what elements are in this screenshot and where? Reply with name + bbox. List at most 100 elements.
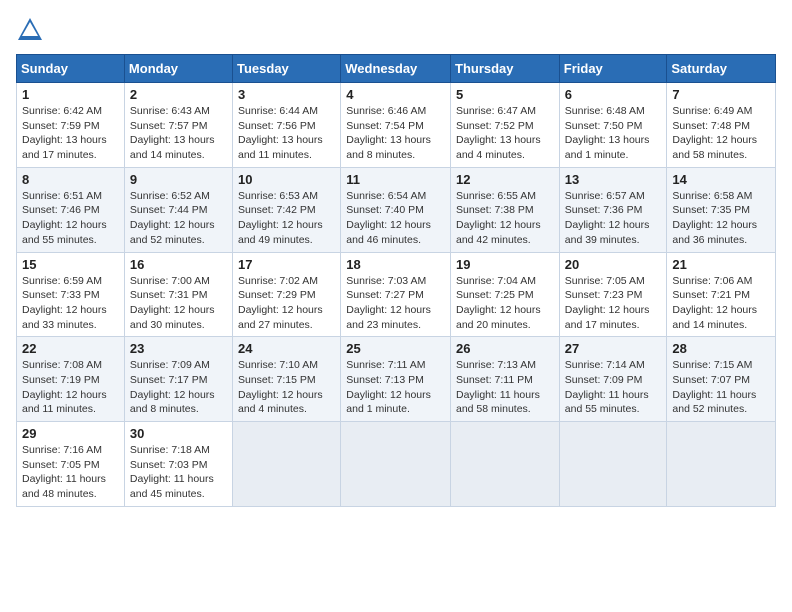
calendar-cell: 8Sunrise: 6:51 AM Sunset: 7:46 PM Daylig… bbox=[17, 167, 125, 252]
weekday-header: Thursday bbox=[451, 55, 560, 83]
day-info: Sunrise: 7:00 AM Sunset: 7:31 PM Dayligh… bbox=[130, 274, 227, 333]
calendar-cell: 18 Sunrise: 7:03 AM Sunset: 7:27 PM Dayli… bbox=[341, 252, 451, 337]
day-info: Sunrise: 7:11 AM Sunset: 7:13 PM Dayligh… bbox=[346, 358, 445, 417]
weekday-header: Tuesday bbox=[233, 55, 341, 83]
day-number: 4 bbox=[346, 87, 445, 102]
calendar-week-row: 15 Sunrise: 6:59 AM Sunset: 7:33 PM Dayli… bbox=[17, 252, 776, 337]
calendar-cell: 22 Sunrise: 7:08 AM Sunset: 7:19 PM Dayli… bbox=[17, 337, 125, 422]
calendar-cell bbox=[233, 422, 341, 507]
weekday-header: Saturday bbox=[667, 55, 776, 83]
day-info: Sunrise: 6:55 AM Sunset: 7:38 PM Dayligh… bbox=[456, 189, 554, 248]
day-number: 12 bbox=[456, 172, 554, 187]
logo-icon bbox=[16, 16, 44, 44]
day-number: 15 bbox=[22, 257, 119, 272]
day-info: Sunrise: 6:54 AM Sunset: 7:40 PM Dayligh… bbox=[346, 189, 445, 248]
day-number: 1 bbox=[22, 87, 119, 102]
day-info: Sunrise: 6:57 AM Sunset: 7:36 PM Dayligh… bbox=[565, 189, 662, 248]
day-number: 3 bbox=[238, 87, 335, 102]
day-number: 7 bbox=[672, 87, 770, 102]
weekday-header: Wednesday bbox=[341, 55, 451, 83]
day-info: Sunrise: 7:14 AM Sunset: 7:09 PM Dayligh… bbox=[565, 358, 662, 417]
calendar-cell: 6 Sunrise: 6:48 AM Sunset: 7:50 PM Daylig… bbox=[559, 83, 667, 168]
calendar-cell: 24Sunrise: 7:10 AM Sunset: 7:15 PM Dayli… bbox=[233, 337, 341, 422]
day-info: Sunrise: 6:58 AM Sunset: 7:35 PM Dayligh… bbox=[672, 189, 770, 248]
weekday-header: Sunday bbox=[17, 55, 125, 83]
day-info: Sunrise: 7:15 AM Sunset: 7:07 PM Dayligh… bbox=[672, 358, 770, 417]
calendar-body: 1 Sunrise: 6:42 AM Sunset: 7:59 PM Daylig… bbox=[17, 83, 776, 507]
day-number: 22 bbox=[22, 341, 119, 356]
day-info: Sunrise: 6:51 AM Sunset: 7:46 PM Dayligh… bbox=[22, 189, 119, 248]
day-info: Sunrise: 6:59 AM Sunset: 7:33 PM Dayligh… bbox=[22, 274, 119, 333]
day-info: Sunrise: 7:16 AM Sunset: 7:05 PM Dayligh… bbox=[22, 443, 119, 502]
calendar-cell: 2Sunrise: 6:43 AM Sunset: 7:57 PM Daylig… bbox=[124, 83, 232, 168]
calendar-week-row: 29 Sunrise: 7:16 AM Sunset: 7:05 PM Dayli… bbox=[17, 422, 776, 507]
calendar-cell: 30 Sunrise: 7:18 AM Sunset: 7:03 PM Dayli… bbox=[124, 422, 232, 507]
day-number: 28 bbox=[672, 341, 770, 356]
day-number: 13 bbox=[565, 172, 662, 187]
day-number: 17 bbox=[238, 257, 335, 272]
calendar-cell: 21 Sunrise: 7:06 AM Sunset: 7:21 PM Dayli… bbox=[667, 252, 776, 337]
day-info: Sunrise: 7:09 AM Sunset: 7:17 PM Dayligh… bbox=[130, 358, 227, 417]
calendar-cell: 25 Sunrise: 7:11 AM Sunset: 7:13 PM Dayli… bbox=[341, 337, 451, 422]
day-info: Sunrise: 7:06 AM Sunset: 7:21 PM Dayligh… bbox=[672, 274, 770, 333]
weekday-row: SundayMondayTuesdayWednesdayThursdayFrid… bbox=[17, 55, 776, 83]
weekday-header: Friday bbox=[559, 55, 667, 83]
calendar-cell: 26 Sunrise: 7:13 AM Sunset: 7:11 PM Dayli… bbox=[451, 337, 560, 422]
day-info: Sunrise: 7:13 AM Sunset: 7:11 PM Dayligh… bbox=[456, 358, 554, 417]
calendar-cell: 7Sunrise: 6:49 AM Sunset: 7:48 PM Daylig… bbox=[667, 83, 776, 168]
day-number: 5 bbox=[456, 87, 554, 102]
calendar-cell: 19Sunrise: 7:04 AM Sunset: 7:25 PM Dayli… bbox=[451, 252, 560, 337]
day-number: 25 bbox=[346, 341, 445, 356]
day-info: Sunrise: 7:05 AM Sunset: 7:23 PM Dayligh… bbox=[565, 274, 662, 333]
calendar-week-row: 8Sunrise: 6:51 AM Sunset: 7:46 PM Daylig… bbox=[17, 167, 776, 252]
day-info: Sunrise: 7:03 AM Sunset: 7:27 PM Dayligh… bbox=[346, 274, 445, 333]
calendar-cell: 17 Sunrise: 7:02 AM Sunset: 7:29 PM Dayli… bbox=[233, 252, 341, 337]
calendar-cell bbox=[667, 422, 776, 507]
day-info: Sunrise: 6:43 AM Sunset: 7:57 PM Dayligh… bbox=[130, 104, 227, 163]
day-number: 26 bbox=[456, 341, 554, 356]
day-number: 6 bbox=[565, 87, 662, 102]
calendar-cell: 15 Sunrise: 6:59 AM Sunset: 7:33 PM Dayli… bbox=[17, 252, 125, 337]
day-number: 21 bbox=[672, 257, 770, 272]
day-info: Sunrise: 7:04 AM Sunset: 7:25 PM Dayligh… bbox=[456, 274, 554, 333]
day-info: Sunrise: 6:48 AM Sunset: 7:50 PM Dayligh… bbox=[565, 104, 662, 163]
day-info: Sunrise: 6:47 AM Sunset: 7:52 PM Dayligh… bbox=[456, 104, 554, 163]
day-number: 23 bbox=[130, 341, 227, 356]
day-number: 9 bbox=[130, 172, 227, 187]
day-number: 10 bbox=[238, 172, 335, 187]
calendar-cell: 28 Sunrise: 7:15 AM Sunset: 7:07 PM Dayli… bbox=[667, 337, 776, 422]
calendar-cell: 20 Sunrise: 7:05 AM Sunset: 7:23 PM Dayli… bbox=[559, 252, 667, 337]
calendar-cell: 9Sunrise: 6:52 AM Sunset: 7:44 PM Daylig… bbox=[124, 167, 232, 252]
calendar-cell: 11 Sunrise: 6:54 AM Sunset: 7:40 PM Dayli… bbox=[341, 167, 451, 252]
day-info: Sunrise: 6:42 AM Sunset: 7:59 PM Dayligh… bbox=[22, 104, 119, 163]
calendar-cell: 3 Sunrise: 6:44 AM Sunset: 7:56 PM Daylig… bbox=[233, 83, 341, 168]
calendar-cell: 14 Sunrise: 6:58 AM Sunset: 7:35 PM Dayli… bbox=[667, 167, 776, 252]
day-number: 20 bbox=[565, 257, 662, 272]
day-info: Sunrise: 7:08 AM Sunset: 7:19 PM Dayligh… bbox=[22, 358, 119, 417]
calendar-week-row: 22 Sunrise: 7:08 AM Sunset: 7:19 PM Dayli… bbox=[17, 337, 776, 422]
calendar-header: SundayMondayTuesdayWednesdayThursdayFrid… bbox=[17, 55, 776, 83]
day-number: 18 bbox=[346, 257, 445, 272]
calendar-cell: 13 Sunrise: 6:57 AM Sunset: 7:36 PM Dayli… bbox=[559, 167, 667, 252]
day-info: Sunrise: 6:44 AM Sunset: 7:56 PM Dayligh… bbox=[238, 104, 335, 163]
day-number: 24 bbox=[238, 341, 335, 356]
logo bbox=[16, 16, 48, 44]
day-info: Sunrise: 7:02 AM Sunset: 7:29 PM Dayligh… bbox=[238, 274, 335, 333]
day-number: 30 bbox=[130, 426, 227, 441]
day-number: 29 bbox=[22, 426, 119, 441]
day-number: 11 bbox=[346, 172, 445, 187]
calendar-cell bbox=[451, 422, 560, 507]
calendar-cell: 4Sunrise: 6:46 AM Sunset: 7:54 PM Daylig… bbox=[341, 83, 451, 168]
calendar-cell: 12 Sunrise: 6:55 AM Sunset: 7:38 PM Dayli… bbox=[451, 167, 560, 252]
day-info: Sunrise: 6:53 AM Sunset: 7:42 PM Dayligh… bbox=[238, 189, 335, 248]
day-number: 14 bbox=[672, 172, 770, 187]
day-info: Sunrise: 7:18 AM Sunset: 7:03 PM Dayligh… bbox=[130, 443, 227, 502]
calendar-cell: 10 Sunrise: 6:53 AM Sunset: 7:42 PM Dayli… bbox=[233, 167, 341, 252]
day-number: 27 bbox=[565, 341, 662, 356]
calendar-cell: 29 Sunrise: 7:16 AM Sunset: 7:05 PM Dayli… bbox=[17, 422, 125, 507]
page-header bbox=[16, 16, 776, 44]
calendar-cell: 5 Sunrise: 6:47 AM Sunset: 7:52 PM Daylig… bbox=[451, 83, 560, 168]
day-number: 16 bbox=[130, 257, 227, 272]
calendar-cell: 16 Sunrise: 7:00 AM Sunset: 7:31 PM Dayli… bbox=[124, 252, 232, 337]
calendar-cell: 27 Sunrise: 7:14 AM Sunset: 7:09 PM Dayli… bbox=[559, 337, 667, 422]
